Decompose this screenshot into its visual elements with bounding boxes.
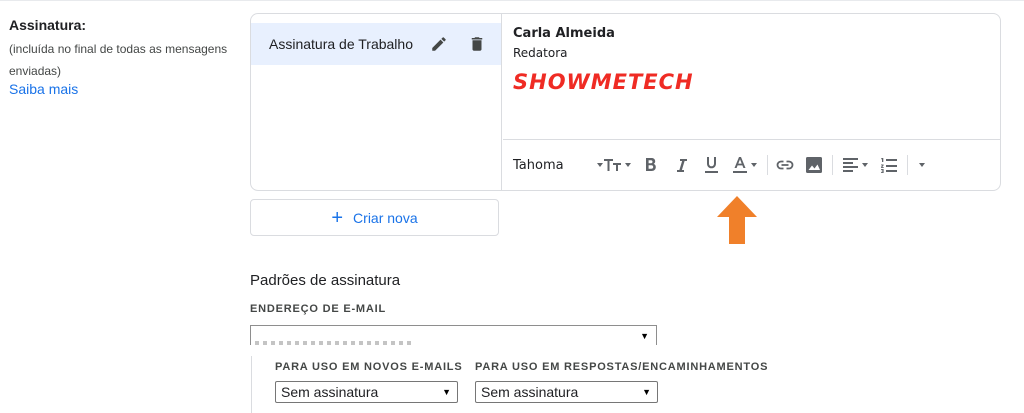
editor-content[interactable]: Carla Almeida Redatora SHOWMETECH [513, 26, 723, 94]
font-size-button[interactable] [598, 150, 636, 180]
new-emails-signature-select[interactable]: Sem assinatura ▼ [275, 381, 458, 403]
defaults-vertical-divider [251, 356, 252, 413]
underline-button[interactable] [696, 150, 726, 180]
bold-button[interactable] [636, 150, 666, 180]
align-button[interactable] [836, 150, 874, 180]
underline-icon [704, 157, 718, 173]
italic-button[interactable] [666, 150, 696, 180]
chevron-down-icon [919, 163, 925, 167]
edit-pencil-icon[interactable] [427, 32, 451, 56]
new-emails-label: PARA USO EM NOVOS E-MAILS [275, 361, 463, 373]
more-options-button[interactable] [911, 150, 933, 180]
signature-editor[interactable]: Carla Almeida Redatora SHOWMETECH Tahoma [503, 14, 1000, 190]
font-family-select[interactable]: Tahoma [503, 150, 603, 180]
delete-trash-icon[interactable] [465, 32, 489, 56]
create-new-signature-button[interactable]: + Criar nova [250, 199, 499, 236]
signature-name: Assinatura de Trabalho [269, 36, 413, 52]
insert-image-button[interactable] [799, 150, 829, 180]
new-emails-signature-value: Sem assinatura [281, 384, 379, 400]
text-color-button[interactable] [726, 150, 764, 180]
plus-icon: + [331, 206, 344, 229]
dropdown-arrow-icon: ▼ [442, 387, 451, 397]
italic-icon [676, 158, 687, 172]
text-color-icon [733, 157, 747, 173]
signature-list: Assinatura de Trabalho [251, 14, 502, 190]
signature-person-role: Redatora [513, 46, 568, 60]
replies-signature-select[interactable]: Sem assinatura ▼ [475, 381, 658, 403]
link-icon [776, 160, 794, 170]
email-address-value-cropped [255, 341, 415, 345]
image-icon [806, 157, 822, 173]
replies-forwards-label: PARA USO EM RESPOSTAS/ENCAMINHAMENTOS [475, 361, 769, 373]
signature-description: (incluída no final de todas as mensagens… [9, 42, 228, 78]
align-left-icon [842, 158, 858, 172]
insert-link-button[interactable] [771, 150, 799, 180]
learn-more-link[interactable]: Saiba mais [9, 81, 78, 97]
email-address-select[interactable]: ▼ [250, 325, 657, 345]
signature-defaults-title: Padrões de assinatura [250, 272, 401, 289]
font-family-value: Tahoma [513, 157, 564, 173]
toolbar-separator [767, 155, 768, 175]
dropdown-arrow-icon: ▼ [640, 331, 649, 341]
signature-box: Assinatura de Trabalho Carla Almeida Red… [250, 13, 1001, 191]
signature-list-item[interactable]: Assinatura de Trabalho [251, 23, 501, 65]
email-address-label: ENDEREÇO DE E-MAIL [250, 303, 387, 315]
showmetech-logo: SHOWMETECH [513, 70, 694, 94]
signature-person-name: Carla Almeida [513, 26, 615, 41]
numbered-list-button[interactable] [874, 150, 904, 180]
dropdown-arrow-icon: ▼ [642, 387, 651, 397]
numbered-list-icon [881, 157, 897, 173]
text-size-icon [603, 159, 621, 171]
orange-arrow-annotation [717, 196, 757, 244]
chevron-down-icon [751, 163, 757, 167]
signature-label: Assinatura: [9, 17, 87, 33]
chevron-down-icon [861, 163, 868, 167]
bold-icon [646, 158, 656, 171]
formatting-toolbar: Tahoma [503, 139, 1000, 190]
replies-signature-value: Sem assinatura [481, 384, 579, 400]
logo-text: SHOWMETECH [513, 70, 694, 94]
toolbar-separator [907, 155, 908, 175]
chevron-down-icon [624, 163, 631, 167]
create-new-label: Criar nova [353, 209, 418, 226]
top-divider [0, 0, 1024, 1]
toolbar-separator [832, 155, 833, 175]
